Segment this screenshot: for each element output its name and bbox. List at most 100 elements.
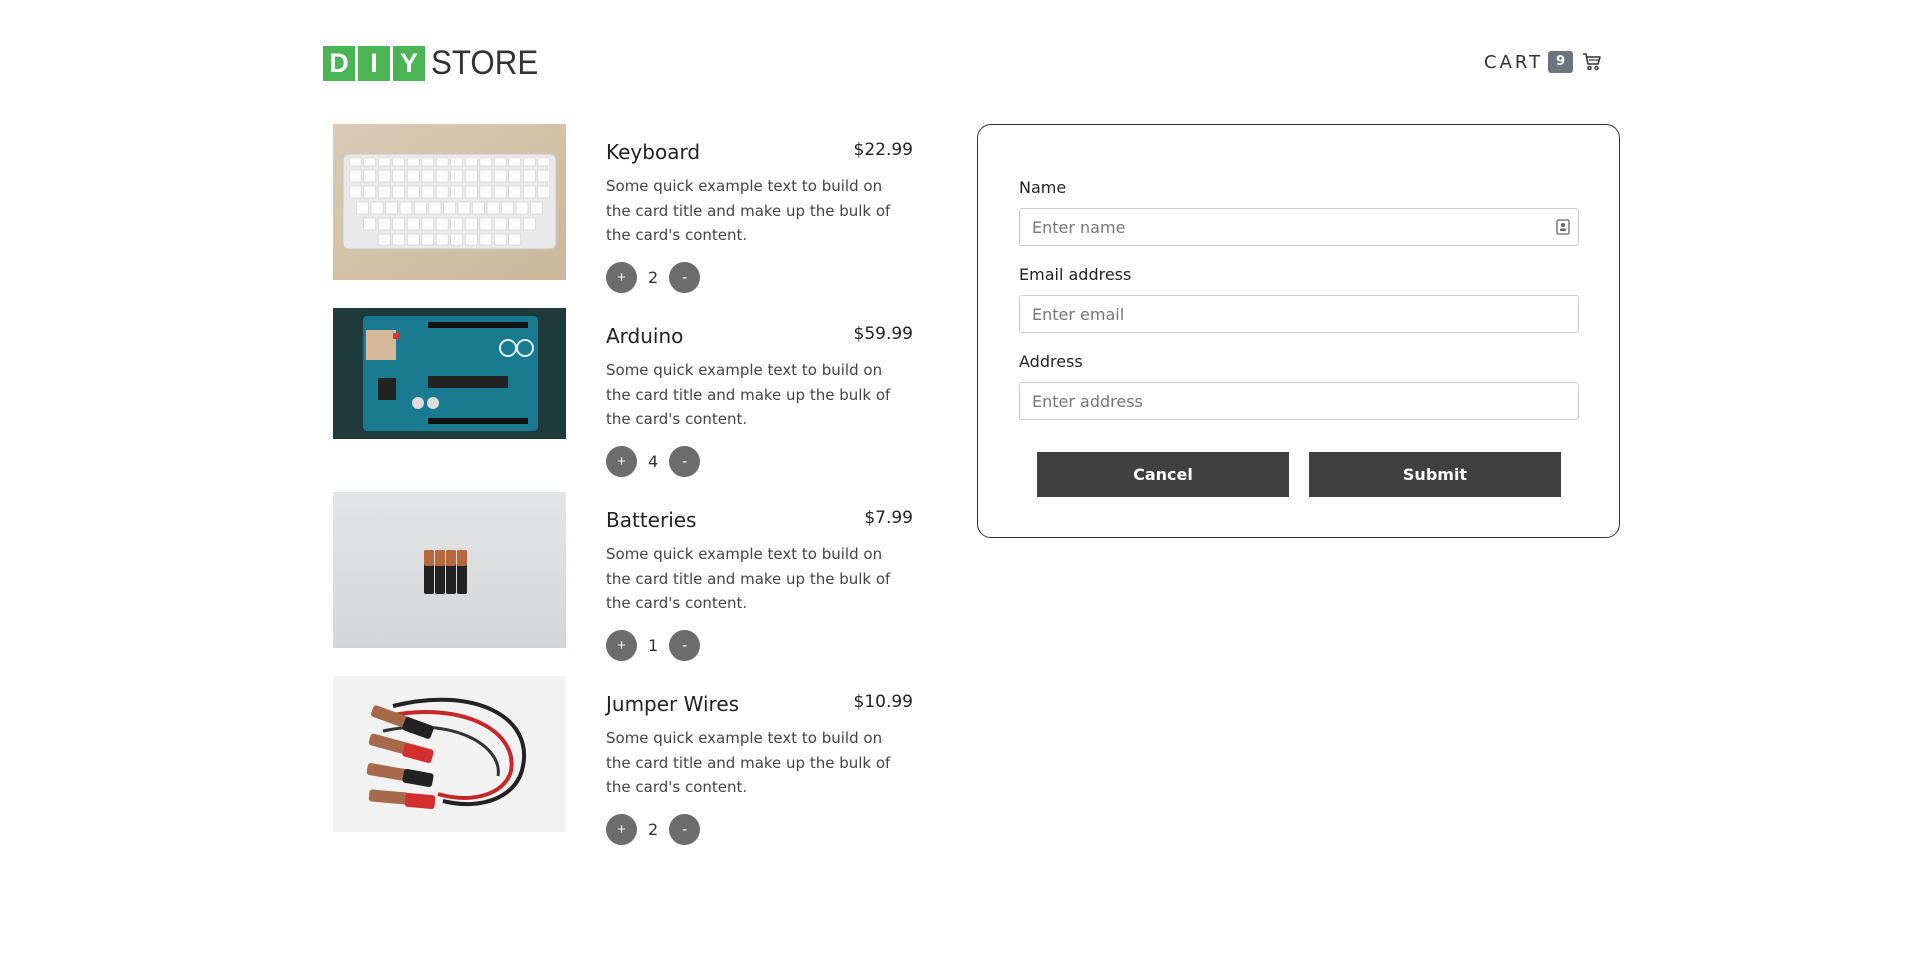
keyboard-key	[406, 217, 420, 231]
arduino-image	[333, 308, 566, 439]
keyboard-key	[464, 233, 478, 246]
keyboard-key	[486, 201, 500, 215]
keyboard-key	[428, 201, 442, 215]
keyboard-key	[515, 201, 529, 215]
keyboard-key	[522, 217, 536, 231]
keyboard-key	[508, 233, 522, 246]
quantity-stepper: + 4 -	[606, 446, 701, 477]
submit-button[interactable]: Submit	[1309, 452, 1561, 497]
keyboard-key	[493, 185, 507, 199]
keyboard-key	[450, 169, 464, 183]
keyboard-key	[363, 157, 377, 167]
keyboard-key	[377, 217, 391, 231]
keyboard-key	[450, 185, 464, 199]
keyboard-key	[377, 185, 391, 199]
keyboard-key	[406, 157, 420, 167]
increase-quantity-button[interactable]: +	[606, 446, 637, 477]
keyboard-key	[508, 157, 522, 167]
keyboard-key	[399, 201, 413, 215]
keyboard-key	[348, 185, 362, 199]
keyboard-key	[464, 157, 478, 167]
increase-quantity-button[interactable]: +	[606, 262, 637, 293]
autofill-contact-icon[interactable]	[1556, 219, 1570, 235]
keyboard-key	[537, 185, 551, 199]
keyboard-key	[377, 233, 391, 246]
keyboard-key	[392, 157, 406, 167]
product-name: Batteries	[606, 508, 697, 532]
product-price: $59.99	[853, 324, 913, 344]
increase-quantity-button[interactable]: +	[606, 630, 637, 661]
product-price: $7.99	[864, 508, 913, 528]
keyboard-key	[435, 157, 449, 167]
keyboard-key	[356, 201, 369, 215]
increase-quantity-button[interactable]: +	[606, 814, 637, 845]
keyboard-key	[414, 201, 427, 215]
email-input[interactable]	[1019, 295, 1579, 333]
shopping-cart-icon	[1583, 53, 1601, 71]
keyboard-key	[479, 185, 493, 199]
keyboard-key	[537, 169, 551, 183]
product-description: Some quick example text to build on the …	[606, 729, 891, 796]
keyboard-key	[421, 169, 435, 183]
keyboard-key	[464, 185, 478, 199]
logo-letter-y: Y	[393, 46, 425, 81]
keyboard-key	[435, 217, 449, 231]
cart-link[interactable]: CART 9	[1484, 50, 1602, 74]
quantity-stepper: + 2 -	[606, 262, 701, 293]
keyboard-key	[464, 217, 478, 231]
product-card: Keyboard $22.99 Some quick example text …	[333, 124, 913, 293]
keyboard-key	[479, 217, 493, 231]
jumper-wires-image	[333, 676, 566, 832]
keyboard-key	[522, 185, 536, 199]
product-price: $22.99	[853, 140, 913, 160]
quantity-stepper: + 1 -	[606, 630, 701, 661]
keyboard-key	[392, 185, 406, 199]
keyboard-key	[493, 233, 507, 246]
keyboard-key	[377, 157, 391, 167]
keyboard-key	[450, 233, 464, 246]
product-name: Jumper Wires	[606, 692, 740, 716]
decrease-quantity-button[interactable]: -	[669, 262, 701, 293]
keyboard-image	[333, 124, 566, 280]
decrease-quantity-button[interactable]: -	[669, 814, 701, 845]
keyboard-key	[435, 185, 449, 199]
batteries-image	[333, 492, 566, 648]
cart-label: CART	[1484, 51, 1544, 73]
checkout-form: Name Email address Address Cancel Submit	[977, 124, 1620, 538]
cart-count-badge: 9	[1548, 51, 1574, 73]
product-name: Arduino	[606, 324, 684, 348]
keyboard-key	[522, 157, 536, 167]
store-logo[interactable]: D I Y STORE	[323, 46, 548, 81]
decrease-quantity-button[interactable]: -	[669, 446, 701, 477]
keyboard-key	[450, 157, 464, 167]
keyboard-key	[522, 169, 536, 183]
keyboard-key	[493, 157, 507, 167]
cancel-button[interactable]: Cancel	[1037, 452, 1289, 497]
keyboard-key	[392, 233, 406, 246]
keyboard-key	[421, 185, 435, 199]
logo-letter-d: D	[323, 46, 355, 81]
name-field-wrapper	[978, 208, 1619, 246]
keyboard-key	[443, 201, 456, 215]
keyboard-key	[348, 157, 362, 167]
product-card: Jumper Wires $10.99 Some quick example t…	[333, 676, 913, 845]
quantity-stepper: + 2 -	[606, 814, 701, 845]
keyboard-key	[479, 157, 493, 167]
keyboard-key	[457, 201, 471, 215]
keyboard-key	[377, 169, 391, 183]
product-price: $10.99	[853, 692, 913, 712]
keyboard-key	[450, 217, 464, 231]
decrease-quantity-button[interactable]: -	[669, 630, 701, 661]
keyboard-key	[508, 217, 522, 231]
product-card: Arduino $59.99 Some quick example text t…	[333, 308, 913, 477]
keyboard-key	[537, 157, 551, 167]
keyboard-key	[435, 233, 449, 246]
keyboard-key	[472, 201, 485, 215]
keyboard-key	[508, 169, 522, 183]
keyboard-key	[406, 233, 420, 246]
keyboard-key	[421, 233, 435, 246]
address-input[interactable]	[1019, 382, 1579, 420]
name-input[interactable]	[1019, 208, 1579, 246]
keyboard-key	[363, 217, 377, 231]
email-label: Email address	[1019, 265, 1132, 284]
